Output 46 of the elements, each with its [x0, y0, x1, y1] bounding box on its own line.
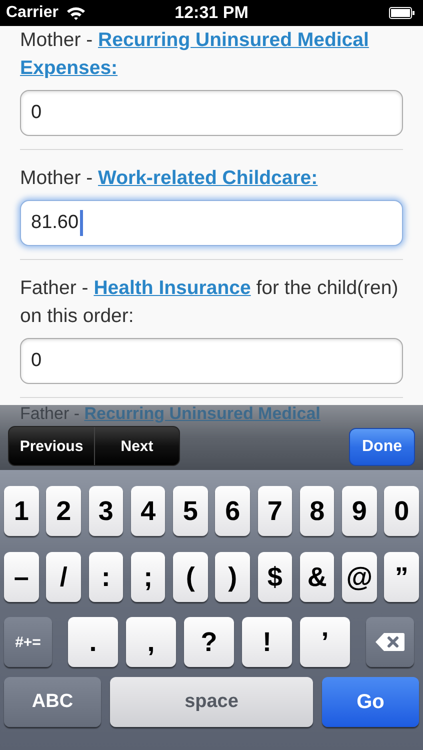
key[interactable]: 2: [46, 486, 81, 536]
carrier-label: Carrier: [6, 4, 58, 22]
field-label: Father - Health Insurance for the child(ren) on this order:: [20, 276, 400, 329]
space-key[interactable]: space: [110, 677, 313, 727]
next-button[interactable]: Next: [94, 427, 179, 465]
field-label: Mother - Work-related Childcare:: [20, 166, 319, 191]
key[interactable]: 0: [384, 486, 419, 536]
clock: 12:31 PM: [174, 3, 248, 23]
key[interactable]: ;: [130, 552, 166, 602]
input-field[interactable]: 81.60: [20, 200, 403, 246]
key[interactable]: (: [173, 552, 208, 602]
key[interactable]: :: [88, 552, 124, 602]
field-label: Mother - Recurring Uninsured Medical Expenses:: [20, 28, 370, 81]
key[interactable]: 3: [88, 486, 124, 536]
go-key[interactable]: Go: [322, 677, 419, 727]
field-label: Father - Recurring Uninsured Medical: [20, 405, 320, 423]
mode-key[interactable]: ABC: [4, 677, 101, 727]
key[interactable]: 4: [130, 486, 166, 536]
key[interactable]: .: [68, 617, 118, 667]
mode-key[interactable]: #+=: [4, 617, 52, 667]
key[interactable]: @: [342, 552, 377, 602]
key[interactable]: ?: [184, 617, 234, 667]
key[interactable]: –: [4, 552, 39, 602]
key[interactable]: 6: [215, 486, 250, 536]
key[interactable]: ,: [126, 617, 176, 667]
key[interactable]: ): [215, 552, 250, 602]
key[interactable]: 8: [300, 486, 334, 536]
key[interactable]: $: [258, 552, 292, 602]
key[interactable]: !: [242, 617, 292, 667]
backspace-icon: [375, 632, 405, 652]
key[interactable]: 5: [173, 486, 208, 536]
key[interactable]: &: [300, 552, 334, 602]
delete-key[interactable]: [366, 617, 414, 667]
key[interactable]: /: [46, 552, 81, 602]
input-field[interactable]: 0: [20, 338, 403, 384]
key[interactable]: 7: [258, 486, 292, 536]
wifi-icon: [66, 6, 86, 20]
key[interactable]: ’: [300, 617, 350, 667]
key[interactable]: ”: [384, 552, 419, 602]
key[interactable]: 9: [342, 486, 377, 536]
done-button[interactable]: Done: [349, 428, 415, 466]
text-cursor: [80, 210, 83, 236]
input-field[interactable]: 0: [20, 90, 403, 136]
previous-button[interactable]: Previous: [9, 427, 94, 465]
battery-icon: [389, 7, 415, 19]
key[interactable]: 1: [4, 486, 39, 536]
